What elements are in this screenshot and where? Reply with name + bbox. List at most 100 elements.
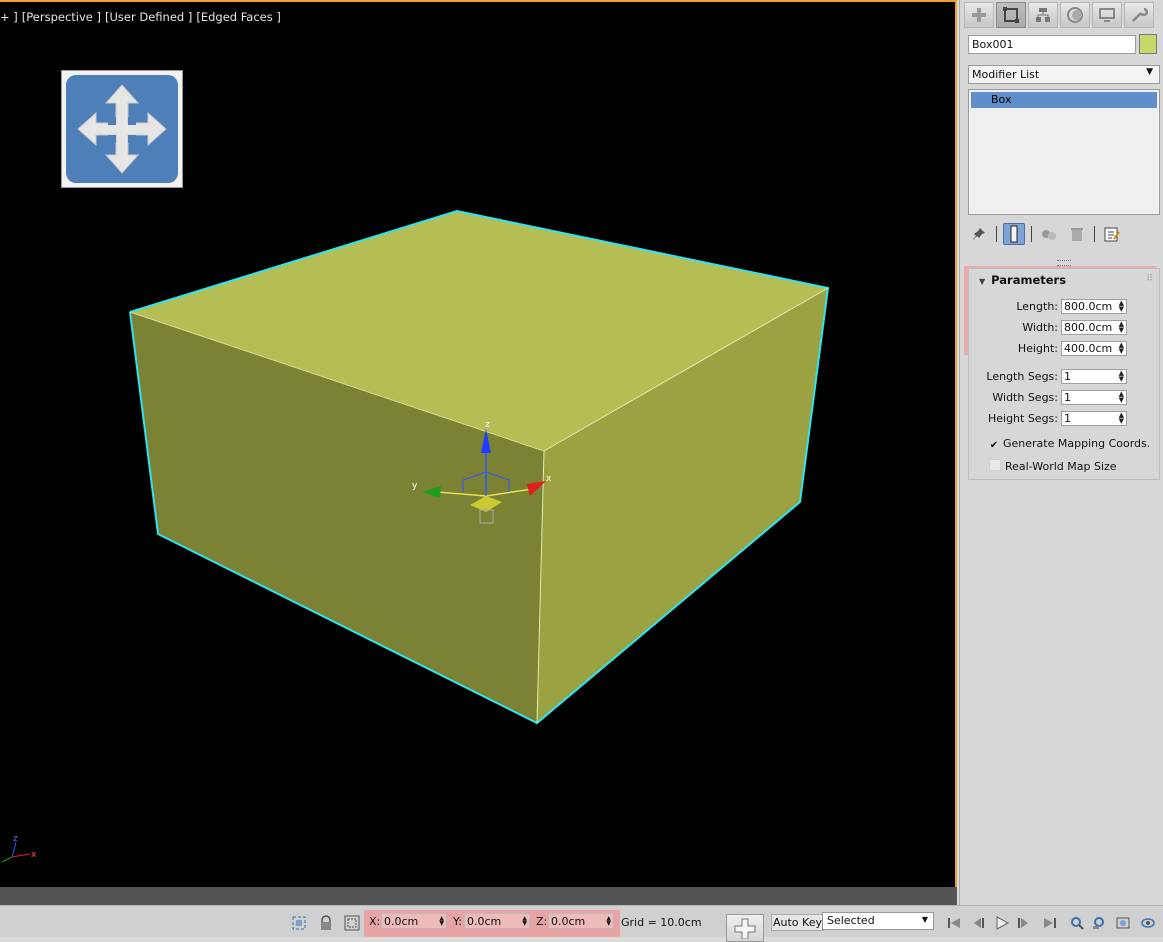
width-spinner[interactable]: 800.0cm ▲ ▼	[1061, 320, 1127, 335]
configure-modifier-sets-button[interactable]	[1101, 223, 1123, 245]
show-end-result-button[interactable]	[1003, 223, 1025, 245]
object-color-swatch[interactable]	[1139, 34, 1157, 54]
generate-mapping-coords-checkbox[interactable]: ✔ Generate Mapping Coords.	[989, 437, 1150, 453]
next-frame-button[interactable]	[1014, 914, 1034, 932]
viewport-pov-label[interactable]: [Perspective ]	[22, 10, 101, 24]
width-segs-value[interactable]: 1	[1064, 391, 1071, 404]
height-segs-label: Height Segs:	[987, 412, 1058, 425]
checkmark-icon[interactable]: ✔	[989, 441, 999, 451]
spinner-arrows-icon[interactable]: ▲ ▼	[439, 916, 444, 927]
motion-icon	[1067, 7, 1083, 23]
height-spinner[interactable]: 400.0cm ▲ ▼	[1061, 341, 1127, 356]
world-axis-tripod: z x	[1, 834, 37, 863]
z-coord-field[interactable]: 0.0cm ▲ ▼	[548, 913, 614, 929]
stack-item-box[interactable]: Box	[971, 92, 1157, 108]
tab-utilities[interactable]	[1124, 2, 1154, 28]
x-coord-field[interactable]: 0.0cm ▲ ▼	[381, 913, 447, 929]
width-label: Width:	[1022, 321, 1058, 334]
create-icon	[972, 8, 986, 22]
pin-icon	[973, 228, 985, 240]
tab-create[interactable]	[964, 2, 994, 28]
zoom-button[interactable]	[1067, 914, 1087, 932]
viewport-bottom-strip	[0, 887, 957, 905]
move-arrows-icon	[77, 84, 167, 174]
viewport-menu-plus[interactable]: + ]	[0, 10, 18, 24]
spinner-arrows-icon[interactable]: ▲ ▼	[1119, 300, 1124, 313]
modifier-list-dropdown[interactable]: Modifier List ▼	[968, 65, 1160, 84]
length-value[interactable]: 800.0cm	[1064, 300, 1112, 313]
tab-hierarchy[interactable]	[1028, 2, 1058, 28]
show-end-result-icon	[1010, 225, 1018, 243]
x-coord-value[interactable]: 0.0cm	[384, 915, 418, 928]
parameters-rollout-header[interactable]: ▼ Parameters	[979, 273, 1066, 287]
tab-modify[interactable]	[996, 2, 1026, 28]
height-value[interactable]: 400.0cm	[1064, 342, 1112, 355]
height-segs-value[interactable]: 1	[1064, 412, 1071, 425]
modifier-stack[interactable]: Box	[968, 89, 1160, 215]
length-label: Length:	[1016, 300, 1058, 313]
remove-modifier-button[interactable]	[1066, 223, 1088, 245]
spinner-arrows-icon[interactable]: ▲ ▼	[1119, 370, 1124, 383]
real-world-map-size-checkbox[interactable]: Real-World Map Size	[989, 459, 1117, 475]
pin-stack-button[interactable]	[968, 223, 990, 245]
selection-set-value: Selected	[827, 914, 875, 927]
tab-motion[interactable]	[1060, 2, 1090, 28]
go-to-end-button[interactable]	[1040, 914, 1060, 932]
orbit-button[interactable]	[1138, 914, 1158, 932]
height-segs-row: Height Segs: 1 ▲ ▼	[969, 411, 1161, 427]
spinner-arrows-icon[interactable]: ▲ ▼	[1119, 391, 1124, 404]
zoom-extents-button[interactable]	[1113, 914, 1133, 932]
length-segs-row: Length Segs: 1 ▲ ▼	[969, 369, 1161, 385]
gizmo-z-label: z	[485, 420, 490, 430]
go-to-start-button[interactable]	[944, 914, 964, 932]
length-segs-value[interactable]: 1	[1064, 370, 1071, 383]
z-coord-label: Z:	[536, 915, 548, 928]
make-unique-icon	[1042, 230, 1056, 240]
viewport-edged-faces-label[interactable]: [Edged Faces ]	[196, 10, 281, 24]
length-spinner[interactable]: 800.0cm ▲ ▼	[1061, 299, 1127, 314]
make-unique-button[interactable]	[1038, 223, 1060, 245]
absolute-relative-toggle[interactable]	[343, 914, 361, 932]
y-coord-label: Y:	[453, 915, 462, 928]
spinner-arrows-icon[interactable]: ▲ ▼	[1119, 321, 1124, 334]
zoom-all-button[interactable]	[1090, 914, 1110, 932]
zoom-all-icon	[1093, 917, 1104, 929]
set-key-button[interactable]	[726, 914, 764, 942]
width-segs-spinner[interactable]: 1 ▲ ▼	[1061, 390, 1127, 405]
previous-frame-button[interactable]	[968, 914, 988, 932]
object-name-field[interactable]: Box001	[968, 35, 1136, 54]
trash-icon	[1071, 228, 1083, 241]
toolbar-separator	[996, 226, 997, 242]
selection-lock-toggle[interactable]	[317, 914, 335, 932]
spinner-arrows-icon[interactable]: ▲ ▼	[522, 916, 527, 927]
chevron-down-icon: ▼	[921, 915, 928, 924]
perspective-viewport[interactable]: z x y z x + ] [Perspective ] [User Defined…	[0, 0, 957, 887]
z-coord-value[interactable]: 0.0cm	[551, 915, 585, 928]
tab-display[interactable]	[1092, 2, 1122, 28]
width-value[interactable]: 800.0cm	[1064, 321, 1112, 334]
real-world-map-size-label: Real-World Map Size	[1005, 460, 1117, 473]
spinner-arrows-icon[interactable]: ▲ ▼	[1119, 342, 1124, 355]
selection-set-dropdown[interactable]: Selected ▼	[822, 912, 934, 930]
y-coord-value[interactable]: 0.0cm	[467, 915, 501, 928]
play-button[interactable]	[992, 914, 1012, 932]
viewport-label[interactable]: + ] [Perspective ] [User Defined ] [Edged F…	[0, 10, 285, 24]
height-segs-spinner[interactable]: 1 ▲ ▼	[1061, 411, 1127, 426]
play-icon	[996, 916, 1009, 930]
lock-icon	[321, 915, 331, 930]
zoom-extents-icon	[1116, 917, 1130, 929]
pan-navigation-gizmo[interactable]	[61, 70, 183, 188]
zoom-icon	[1071, 917, 1084, 930]
length-segs-spinner[interactable]: 1 ▲ ▼	[1061, 369, 1127, 384]
next-frame-icon	[1018, 918, 1028, 928]
spinner-arrows-icon[interactable]: ▲ ▼	[1119, 412, 1124, 425]
parameters-title: Parameters	[991, 273, 1067, 287]
grip-dots-icon: ⠿	[1146, 274, 1153, 284]
spinner-arrows-icon[interactable]: ▲ ▼	[606, 916, 611, 927]
y-coord-field[interactable]: 0.0cm ▲ ▼	[464, 913, 530, 929]
checkbox-box[interactable]	[989, 459, 1001, 471]
auto-key-button[interactable]: Auto Key	[771, 914, 824, 931]
command-panel: Box001 Modifier List ▼ Box ▼ Parameters	[959, 0, 1163, 905]
viewport-shading-label[interactable]: [User Defined ]	[105, 10, 192, 24]
isolate-selection-button[interactable]	[290, 914, 308, 932]
